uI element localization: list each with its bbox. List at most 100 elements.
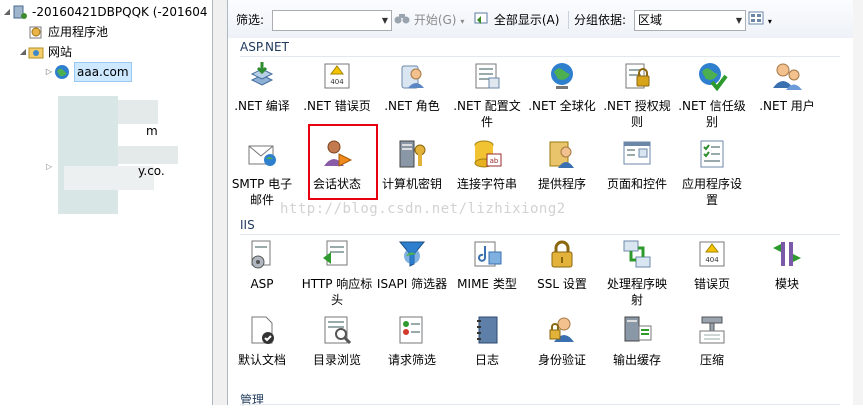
toolbar-separator bbox=[568, 11, 569, 29]
feature-tile[interactable]: 默认文档 bbox=[222, 314, 302, 368]
feature-tile[interactable]: MIME 类型 bbox=[447, 238, 527, 292]
feature-tile[interactable]: HTTP 响应标头 bbox=[297, 238, 377, 308]
feature-tile[interactable]: .NET 用户 bbox=[747, 60, 827, 114]
feature-tile[interactable]: 身份验证 bbox=[522, 314, 602, 368]
start-button[interactable]: 开始(G) ▾ bbox=[394, 10, 464, 30]
feature-tile[interactable]: SSL 设置 bbox=[522, 238, 602, 292]
feature-tile[interactable]: ASP bbox=[222, 238, 302, 292]
feature-label: .NET 用户 bbox=[759, 99, 815, 113]
chevron-down-icon[interactable]: ▼ bbox=[736, 11, 742, 30]
section-title-manage: 管理 bbox=[240, 393, 265, 407]
feature-tile[interactable]: ISAPI 筛选器 bbox=[372, 238, 452, 292]
feature-tile[interactable]: .NET 信任级别 bbox=[672, 60, 752, 130]
auth-rules-icon bbox=[621, 60, 653, 92]
feature-tile[interactable]: .NET 全球化 bbox=[522, 60, 602, 114]
compression-icon bbox=[696, 314, 728, 346]
start-label: 开始(G) bbox=[413, 13, 457, 27]
section-title-iis: IIS bbox=[240, 218, 255, 232]
smtp-mail-icon bbox=[246, 138, 278, 170]
feature-label: HTTP 响应标 bbox=[301, 277, 373, 291]
feature-label: 提供程序 bbox=[537, 177, 586, 191]
features-view: ASP.NET .NET 编译 404 .NET 错误页 .NET 角色 .NET 配置… bbox=[228, 38, 863, 407]
feature-label: SMTP 电子 bbox=[231, 177, 293, 191]
feature-tile[interactable]: 404 .NET 错误页 bbox=[297, 60, 377, 114]
feature-tile[interactable]: .NET 编译 bbox=[222, 60, 302, 114]
feature-label: .NET 编译 bbox=[234, 99, 290, 113]
view-grid-icon bbox=[748, 11, 764, 31]
feature-label: 连接字符串 bbox=[456, 177, 517, 191]
feature-tile[interactable]: 会话状态 bbox=[297, 138, 377, 192]
tree-label-sites: 网站 bbox=[48, 45, 73, 59]
app-settings-icon bbox=[696, 138, 728, 170]
feature-tile[interactable]: SMTP 电子 邮件 bbox=[222, 138, 302, 208]
show-all-label: 全部显示(A) bbox=[493, 13, 560, 27]
chevron-down-icon[interactable]: ▼ bbox=[382, 11, 388, 30]
tree-label-blur2: y.co. bbox=[138, 164, 165, 178]
globe-icon bbox=[54, 64, 70, 80]
feature-tile[interactable]: ab 连接字符串 bbox=[447, 138, 527, 192]
tree-label-server: -20160421DBPQQK (-201604 bbox=[32, 5, 208, 19]
server-icon bbox=[12, 4, 28, 20]
config-file-icon bbox=[471, 60, 503, 92]
group-by-select[interactable]: 区域 ▼ bbox=[634, 10, 746, 31]
tree-node-app-pools[interactable]: 应用程序池 bbox=[28, 23, 108, 41]
feature-label-wrap: 件 bbox=[480, 115, 493, 129]
expand-icon[interactable]: ▷ bbox=[46, 162, 52, 171]
tree-label-site: aaa.com bbox=[74, 62, 132, 82]
tree-label-blur1: m bbox=[146, 124, 158, 138]
feature-label: 默认文档 bbox=[237, 353, 286, 367]
section-divider bbox=[240, 234, 840, 235]
log-icon bbox=[471, 314, 503, 346]
mime-type-icon bbox=[471, 238, 503, 270]
machine-key-icon bbox=[396, 138, 428, 170]
feature-tile[interactable]: 页面和控件 bbox=[597, 138, 677, 192]
tree-node-site-aaa[interactable]: ▷ aaa.com bbox=[44, 62, 132, 82]
feature-tile[interactable]: 压缩 bbox=[672, 314, 752, 368]
feature-tile[interactable]: .NET 角色 bbox=[372, 60, 452, 114]
feature-tile[interactable]: 目录浏览 bbox=[297, 314, 377, 368]
session-state-icon bbox=[321, 138, 353, 170]
expand-icon[interactable]: ▷ bbox=[44, 63, 54, 81]
feature-label-wrap: 别 bbox=[705, 115, 718, 129]
feature-tile[interactable]: 请求筛选 bbox=[372, 314, 452, 368]
feature-tile[interactable]: 应用程序设置 bbox=[672, 138, 752, 208]
feature-label-wrap: 则 bbox=[630, 115, 643, 129]
feature-tile[interactable]: 处理程序映射 bbox=[597, 238, 677, 308]
sites-folder-icon bbox=[28, 44, 44, 60]
collapse-icon[interactable]: ◢ bbox=[18, 43, 28, 61]
watermark: http://blog.csdn.net/lizhixiong2 bbox=[280, 201, 566, 217]
chevron-down-icon: ▾ bbox=[460, 17, 465, 26]
feature-tile[interactable]: 404 错误页 bbox=[672, 238, 752, 292]
feature-label: 身份验证 bbox=[537, 353, 586, 367]
isapi-filter-icon bbox=[396, 238, 428, 270]
show-all-button[interactable]: 全部显示(A) bbox=[474, 10, 559, 30]
tree-node-server[interactable]: ◢ -20160421DBPQQK (-201604 bbox=[2, 3, 208, 21]
feature-label: .NET 角色 bbox=[384, 99, 440, 113]
error-page-icon: 404 bbox=[321, 60, 353, 92]
filter-input[interactable]: ▼ bbox=[272, 10, 392, 31]
authentication-icon bbox=[546, 314, 578, 346]
feature-tile[interactable]: .NET 授权规则 bbox=[597, 60, 677, 130]
feature-tile[interactable]: .NET 配置文件 bbox=[447, 60, 527, 130]
feature-label: 日志 bbox=[474, 353, 499, 367]
tree-node-sites[interactable]: ◢ 网站 bbox=[18, 43, 72, 61]
roles-icon bbox=[396, 60, 428, 92]
collapse-icon[interactable]: ◢ bbox=[2, 3, 12, 21]
view-toggle-button[interactable]: ▾ bbox=[748, 10, 772, 30]
feature-label: 页面和控件 bbox=[606, 177, 667, 191]
feature-label: 会话状态 bbox=[312, 177, 361, 191]
vertical-scrollbar[interactable] bbox=[853, 0, 863, 405]
pages-controls-icon bbox=[621, 138, 653, 170]
feature-tile[interactable]: 计算机密钥 bbox=[372, 138, 452, 192]
feature-tile[interactable]: 模块 bbox=[747, 238, 827, 292]
modules-icon bbox=[771, 238, 803, 270]
feature-tile[interactable]: 提供程序 bbox=[522, 138, 602, 192]
feature-label: 计算机密钥 bbox=[381, 177, 442, 191]
ssl-lock-icon bbox=[546, 238, 578, 270]
feature-tile[interactable]: 输出缓存 bbox=[597, 314, 677, 368]
http-headers-icon bbox=[321, 238, 353, 270]
trust-level-icon bbox=[696, 60, 728, 92]
error-pages-icon: 404 bbox=[696, 238, 728, 270]
feature-tile[interactable]: 日志 bbox=[447, 314, 527, 368]
feature-label: .NET 配置文 bbox=[453, 99, 521, 113]
